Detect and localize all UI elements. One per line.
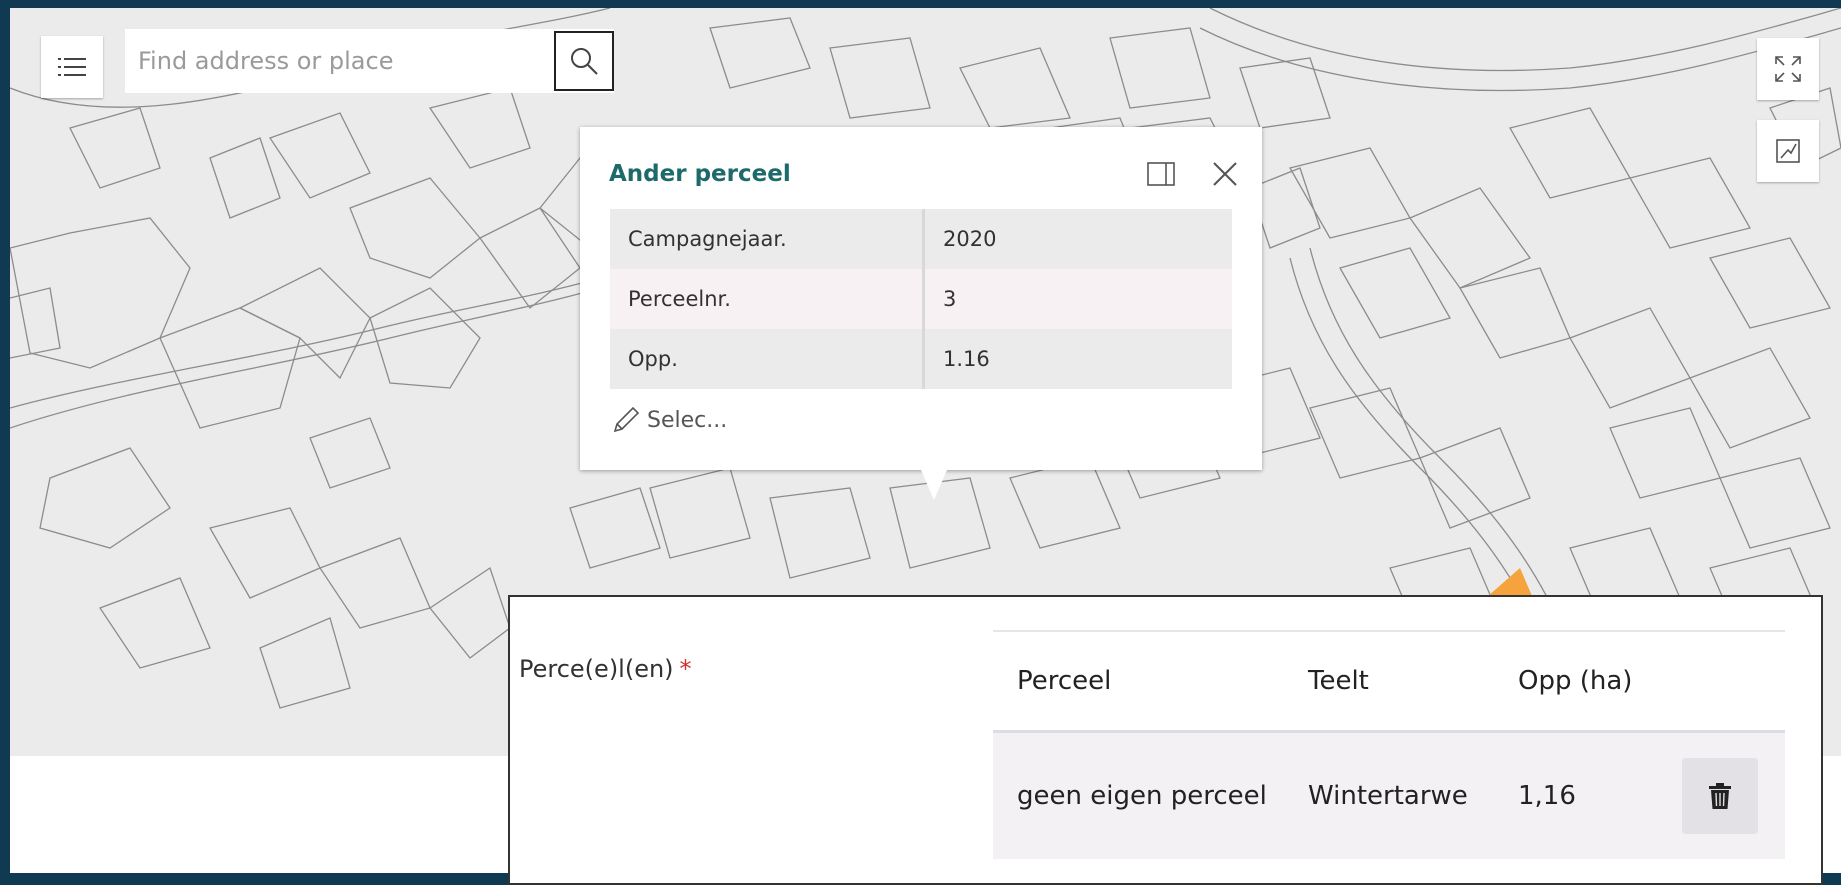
search-icon	[571, 48, 598, 75]
table-row: geen eigen perceel Wintertarwe 1,16	[993, 731, 1785, 859]
table-row: Campagnejaar. 2020	[610, 209, 1232, 269]
popup-pointer	[921, 470, 947, 500]
search-widget	[125, 28, 614, 94]
table-row: Opp. 1.16	[610, 329, 1232, 389]
fullscreen-icon	[1775, 56, 1801, 82]
select-action[interactable]: Selec...	[611, 405, 727, 435]
column-header-teelt: Teelt	[1284, 630, 1494, 733]
parcel-table: Perceel Teelt Opp (ha) geen eigen percee…	[993, 630, 1785, 859]
cell-teelt: Wintertarwe	[1284, 731, 1494, 859]
column-header-opp: Opp (ha)	[1494, 630, 1658, 733]
required-mark: *	[679, 655, 692, 683]
layer-list-button[interactable]	[41, 36, 103, 98]
popup-title: Ander perceel	[609, 161, 791, 187]
search-button[interactable]	[554, 31, 614, 91]
table-header-row: Perceel Teelt Opp (ha)	[993, 630, 1785, 733]
select-action-label: Selec...	[647, 407, 728, 433]
measure-icon	[1776, 139, 1800, 163]
cell-perceel: geen eigen perceel	[993, 731, 1284, 859]
dock-icon	[1147, 162, 1175, 186]
measure-button[interactable]	[1757, 120, 1819, 182]
delete-row-button[interactable]	[1682, 758, 1758, 834]
column-header-perceel: Perceel	[993, 630, 1284, 733]
cell-opp: 1,16	[1494, 731, 1658, 859]
fullscreen-button[interactable]	[1757, 38, 1819, 100]
attribute-table: Campagnejaar. 2020 Perceelnr. 3 Opp. 1.1…	[610, 209, 1232, 389]
column-header-actions	[1658, 630, 1785, 733]
dock-button[interactable]	[1147, 162, 1175, 186]
close-button[interactable]	[1211, 160, 1239, 188]
attribute-key: Campagnejaar.	[610, 209, 925, 269]
table-row: Perceelnr. 3	[610, 269, 1232, 329]
cell-actions	[1658, 731, 1785, 859]
attribute-key: Perceelnr.	[610, 269, 925, 329]
attribute-value: 3	[923, 269, 1232, 329]
pencil-icon	[613, 406, 640, 433]
attribute-value: 2020	[923, 209, 1232, 269]
parcels-field-label: Perce(e)l(en) *	[519, 655, 692, 683]
attribute-key: Opp.	[610, 329, 925, 389]
list-icon	[58, 58, 86, 76]
parcel-form-panel: Perce(e)l(en) * Perceel Teelt Opp (ha) ge…	[508, 595, 1823, 885]
attribute-value: 1.16	[923, 329, 1232, 389]
feature-popup: Ander perceel Campagnejaar. 2020 Perceel…	[580, 127, 1262, 500]
close-icon	[1213, 162, 1237, 186]
parcels-label-text: Perce(e)l(en)	[519, 655, 674, 683]
trash-icon	[1709, 783, 1731, 809]
search-input[interactable]	[125, 28, 554, 94]
